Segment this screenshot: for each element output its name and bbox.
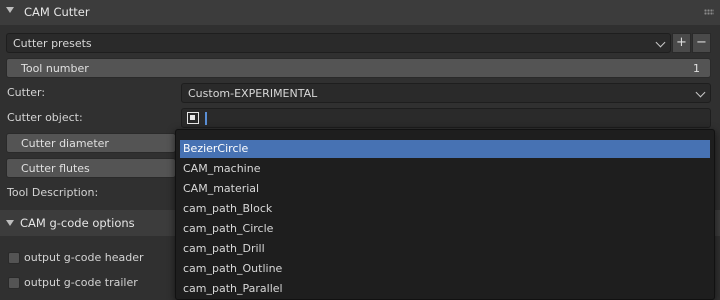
cutter-presets-value: Cutter presets: [13, 37, 92, 50]
panel-title: CAM Cutter: [24, 5, 90, 19]
gcode-section-title: CAM g-code options: [20, 216, 135, 230]
cutter-diameter-label: Cutter diameter: [21, 137, 109, 150]
cutter-object-dropdown: BezierCircle CAM_machine CAM_material ca…: [175, 129, 715, 300]
dropdown-item-cam-path-outline[interactable]: cam_path_Outline: [180, 260, 710, 278]
add-preset-button[interactable]: +: [672, 33, 691, 53]
tool-description-label: Tool Description:: [7, 186, 99, 199]
dropdown-item-cam-material[interactable]: CAM_material: [180, 180, 710, 198]
cutter-type-select[interactable]: Custom-EXPERIMENTAL: [181, 83, 711, 103]
dropdown-item-cam-machine[interactable]: CAM_machine: [180, 160, 710, 178]
cutter-label: Cutter:: [7, 86, 46, 99]
output-gcode-header-label: output g-code header: [24, 251, 144, 264]
dropdown-item-cam-path-block[interactable]: cam_path_Block: [180, 200, 710, 218]
cutter-object-field[interactable]: [181, 108, 711, 128]
cam-cutter-panel-header[interactable]: CAM Cutter: [0, 0, 720, 25]
text-caret: [205, 112, 207, 125]
tool-number-label: Tool number: [21, 62, 89, 75]
object-icon: [187, 112, 199, 124]
cutter-flutes-label: Cutter flutes: [21, 162, 90, 175]
dropdown-item-cam-path-parallel[interactable]: cam_path_Parallel: [180, 280, 710, 298]
collapse-arrow-icon[interactable]: [6, 7, 14, 13]
output-gcode-header-checkbox[interactable]: [8, 252, 20, 264]
dropdown-item-cam-path-circle[interactable]: cam_path_Circle: [180, 220, 710, 238]
cutter-presets-select[interactable]: Cutter presets: [6, 33, 671, 53]
cutter-object-label: Cutter object:: [7, 111, 83, 124]
tool-number-field[interactable]: Tool number 1: [6, 58, 711, 78]
output-gcode-trailer-checkbox[interactable]: [8, 277, 20, 289]
cutter-type-value: Custom-EXPERIMENTAL: [188, 87, 318, 100]
drag-grip-icon[interactable]: [704, 9, 714, 15]
collapse-arrow-icon[interactable]: [6, 220, 14, 226]
chevron-down-icon: [695, 87, 706, 98]
tool-number-value: 1: [693, 62, 700, 75]
output-gcode-trailer-label: output g-code trailer: [24, 276, 138, 289]
remove-preset-button[interactable]: −: [692, 33, 711, 53]
cutter-flutes-field[interactable]: Cutter flutes: [6, 158, 176, 178]
dropdown-item-cam-path-drill[interactable]: cam_path_Drill: [180, 240, 710, 258]
dropdown-item-beziercircle[interactable]: BezierCircle: [180, 140, 710, 158]
chevron-down-icon: [655, 37, 666, 48]
cutter-diameter-field[interactable]: Cutter diameter: [6, 133, 176, 153]
